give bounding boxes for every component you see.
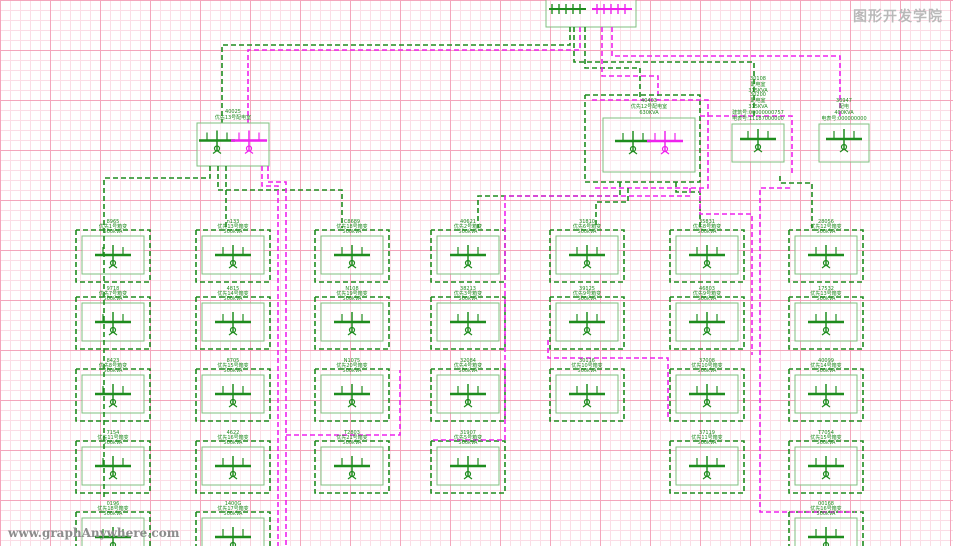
feeder-top-to-center-magenta [601,27,659,100]
col-2-node-4-capacity: 500kVA [223,440,243,446]
col-4-node-1-capacity: 500kVA [458,229,478,235]
col-6-node-3-capacity: 500kVA [697,368,717,374]
col-3-node-3-capacity: 500kVA [342,368,362,374]
col-1-node-3-capacity: 500kVA [103,368,123,374]
feeder-top-to-left-green [221,27,571,123]
col-5-node-3-capacity: 500kVA [577,368,597,374]
sub-c-label-line4: 电表号:000000000 [821,116,867,122]
col-7-node-5-capacity: 500kVA [816,511,836,517]
col-6-node-4-capacity: 500kVA [697,440,717,446]
col-2-node-3-capacity: 500kVA [223,368,243,374]
sub-center-label-line3: 630KVA [639,110,659,116]
col-1-node-4-capacity: 500kVA [103,440,123,446]
col-6-node-1-capacity: 500kVA [697,229,717,235]
col-3-node-4-capacity: 500kVA [342,440,362,446]
col-2-node-5-capacity: 500kVA [223,511,243,517]
col-1-node-2-capacity: 500kVA [103,296,123,302]
sub-b-label-line3: 315KVA [748,88,768,94]
sub-center-box [602,117,696,173]
col-4-node-3-capacity: 500kVA [458,368,478,374]
col-7-node-1-capacity: 500kVA [816,229,836,235]
col-5-node-1-capacity: 500kVA [577,229,597,235]
diagram-canvas [75,0,870,546]
site-url: www.graphAnywhere.com [8,526,180,540]
col-1-node-5-capacity: 500kVA [103,511,123,517]
col-7-node-4-capacity: 500kVA [816,440,836,446]
col-6-node-2-capacity: 500kVA [697,296,717,302]
sub-left-label-line2: 优先13号配电室 [214,115,252,121]
col-3-node-1-capacity: 500kVA [342,229,362,235]
col-5-node-2-capacity: 500kVA [577,296,597,302]
col-1-node-1-capacity: 500kVA [103,229,123,235]
col-4-node-4-capacity: 500kVA [458,440,478,446]
col-3-node-2-capacity: 500kVA [342,296,362,302]
col-7-node-3-capacity: 500kVA [816,368,836,374]
sub-left-box [196,122,270,167]
watermark: 图形开发学院 [853,9,943,25]
col-2-node-2-capacity: 500kVA [223,296,243,302]
col-7-node-2-capacity: 500kVA [816,296,836,302]
col-2-node-1-capacity: 500kVA [223,229,243,235]
col-4-node-2-capacity: 500kVA [458,296,478,302]
sub-a-label-line5: 电表号:11187000000 [732,116,784,122]
feeder-top-to-left-magenta [247,27,581,123]
